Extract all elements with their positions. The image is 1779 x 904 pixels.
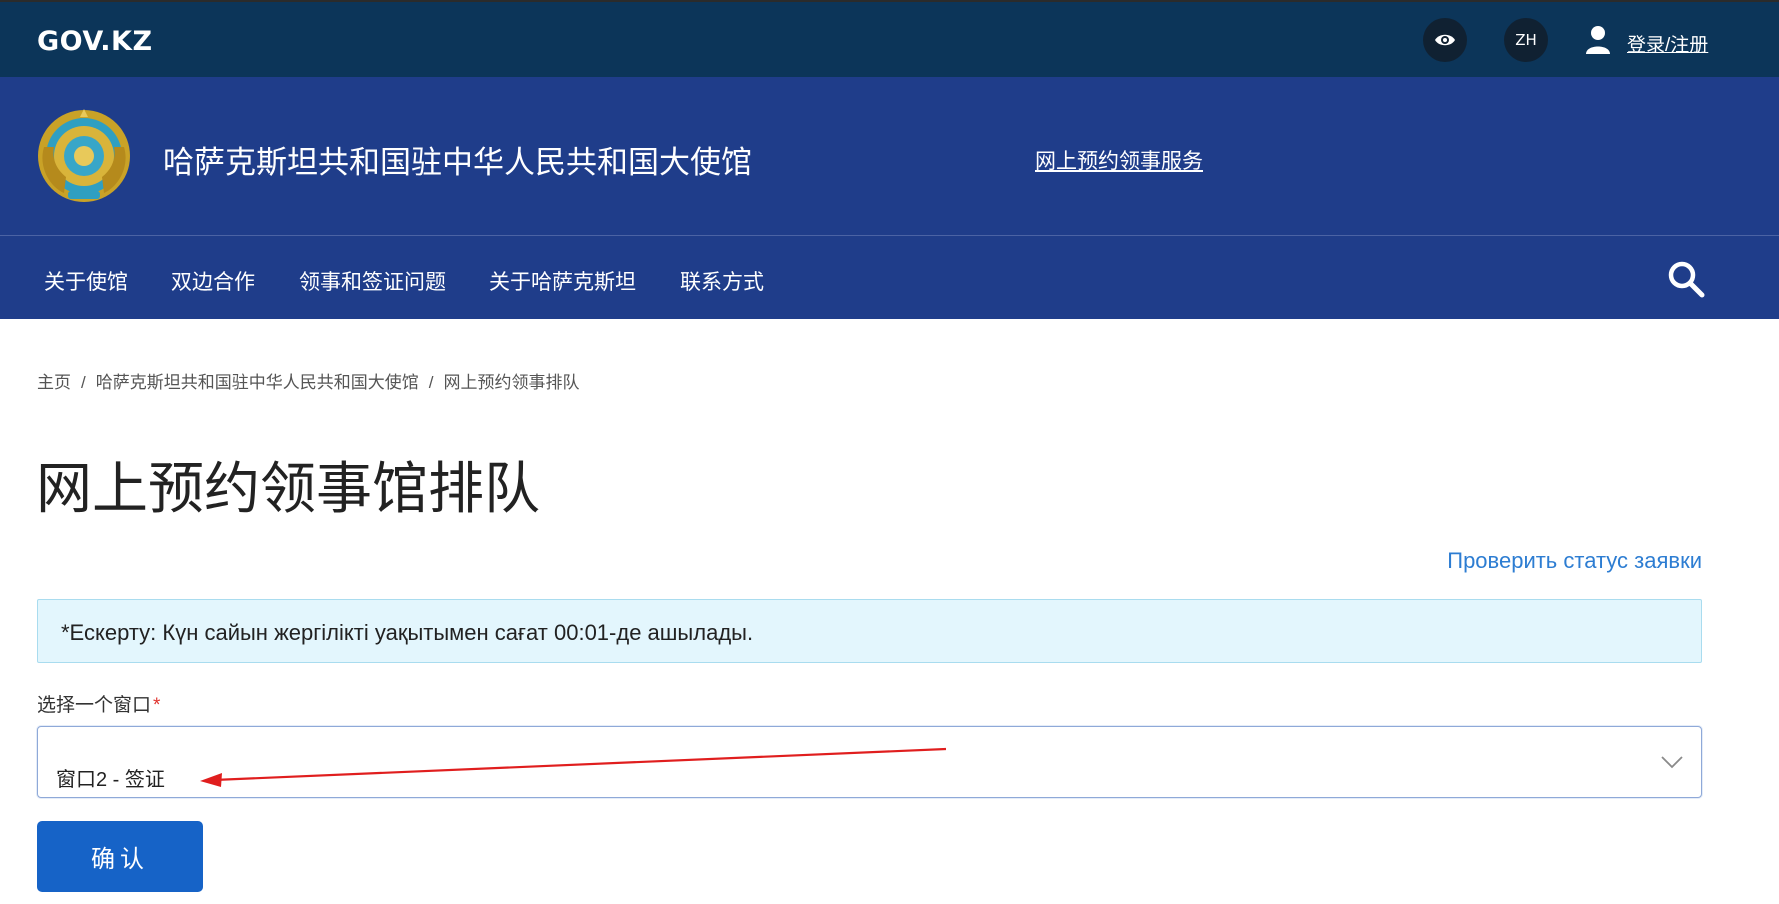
breadcrumb-current: 网上预约领事排队 bbox=[443, 373, 580, 392]
kazakhstan-emblem-icon[interactable] bbox=[36, 107, 132, 205]
chevron-down-icon[interactable] bbox=[1659, 749, 1685, 775]
gov-kz-logo[interactable]: GOV.KZ bbox=[37, 26, 153, 57]
breadcrumb-embassy[interactable]: 哈萨克斯坦共和国驻中华人民共和国大使馆 bbox=[96, 373, 419, 392]
eye-icon bbox=[1435, 34, 1455, 46]
nav-item-consular-visa[interactable]: 领事和签证问题 bbox=[299, 266, 446, 296]
breadcrumb-separator: / bbox=[81, 373, 86, 392]
search-icon[interactable] bbox=[1667, 260, 1705, 298]
window-select-value: 窗口2 - 签证 bbox=[56, 769, 165, 791]
window-select-label: 选择一个窗口 * bbox=[37, 690, 160, 717]
nav-item-about-kazakhstan[interactable]: 关于哈萨克斯坦 bbox=[489, 266, 636, 296]
breadcrumb-separator: / bbox=[428, 373, 434, 392]
top-bar: GOV.KZ ZH 登录/注册 bbox=[0, 0, 1779, 77]
window-select-label-text: 选择一个窗口 bbox=[37, 695, 152, 716]
language-button[interactable]: ZH bbox=[1504, 18, 1548, 62]
login-register-link[interactable]: 登录/注册 bbox=[1627, 30, 1708, 57]
nav-item-bilateral[interactable]: 双边合作 bbox=[171, 266, 255, 296]
page-title: 网上预约领事馆排队 bbox=[36, 457, 540, 520]
breadcrumb-home[interactable]: 主页 bbox=[37, 373, 71, 392]
breadcrumb: 主页 / 哈萨克斯坦共和国驻中华人民共和国大使馆 / 网上预约领事排队 bbox=[37, 368, 579, 393]
nav-item-about-embassy[interactable]: 关于使馆 bbox=[44, 266, 128, 296]
notice-banner: *Ескерту: Күн сайын жергілікті уақытымен… bbox=[37, 599, 1702, 663]
nav-item-contacts[interactable]: 联系方式 bbox=[680, 266, 764, 296]
online-consular-service-link[interactable]: 网上预约领事服务 bbox=[1035, 145, 1203, 175]
notice-text: *Ескерту: Күн сайын жергілікті уақытымен… bbox=[61, 620, 754, 645]
main-nav: 关于使馆 双边合作 领事和签证问题 关于哈萨克斯坦 联系方式 bbox=[0, 235, 1779, 319]
required-mark: * bbox=[153, 695, 161, 716]
accessibility-eye-button[interactable] bbox=[1423, 18, 1467, 62]
check-status-link[interactable]: Проверить статус заявки bbox=[1447, 548, 1702, 574]
confirm-button[interactable]: 确认 bbox=[37, 821, 203, 892]
user-icon[interactable] bbox=[1585, 25, 1611, 55]
window-select[interactable]: 窗口2 - 签证 bbox=[37, 726, 1702, 798]
embassy-title[interactable]: 哈萨克斯坦共和国驻中华人民共和国大使馆 bbox=[163, 137, 752, 182]
